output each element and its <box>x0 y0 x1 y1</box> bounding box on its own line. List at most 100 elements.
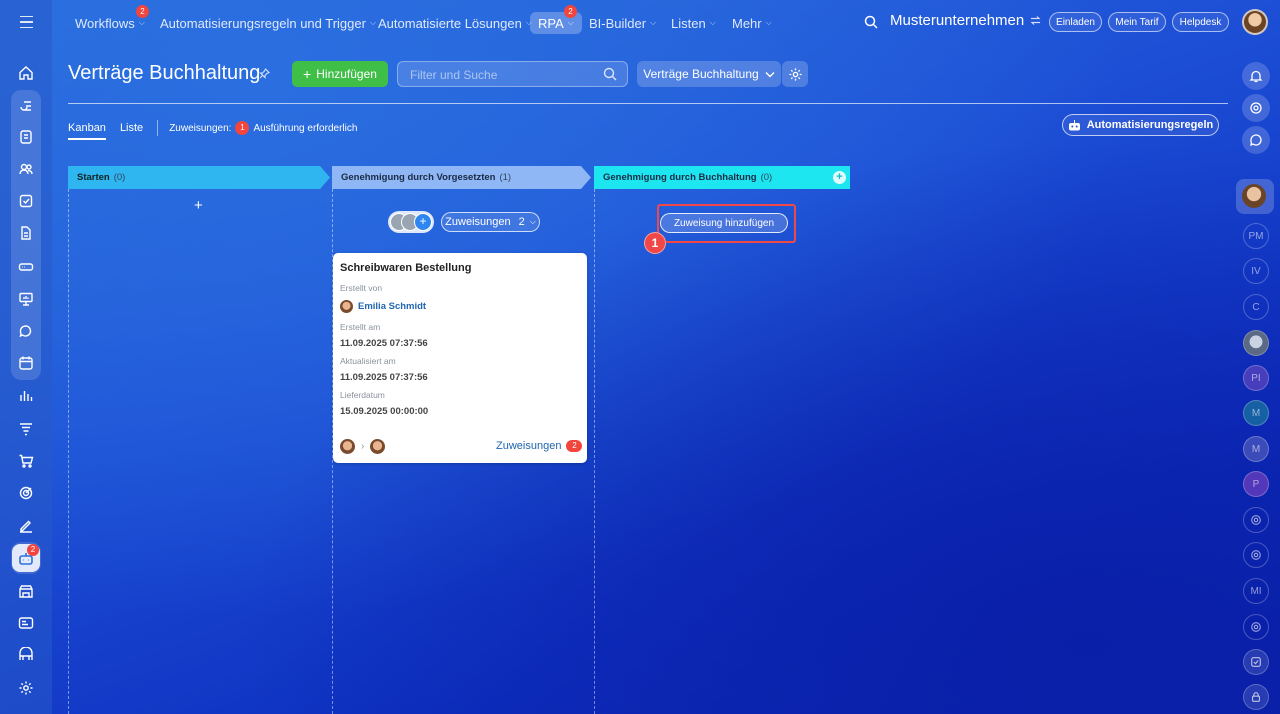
contact-avatar[interactable]: IV <box>1243 258 1269 284</box>
created-by-label: Erstellt von <box>340 283 383 293</box>
sidebar-analytics-icon[interactable] <box>0 380 52 410</box>
contact-avatar[interactable]: P <box>1243 471 1269 497</box>
sidebar-rpa-icon[interactable]: 2 <box>0 543 52 573</box>
nav-more[interactable]: Mehr ⌵ <box>732 12 772 34</box>
contact-avatar-active[interactable] <box>1236 179 1274 214</box>
sidebar-target-icon[interactable] <box>0 478 52 508</box>
sidebar-drive-icon[interactable] <box>0 252 52 282</box>
sidebar-funnel-icon[interactable] <box>0 414 52 444</box>
automation-rules-button[interactable]: Automatisierungsregeln <box>1062 114 1219 136</box>
add-button[interactable]: + Hinzufügen <box>292 61 388 87</box>
contact-avatar-photo[interactable] <box>1243 330 1269 356</box>
rpa-badge: 2 <box>27 544 39 556</box>
nav-bi-builder[interactable]: BI-Builder ⌵ <box>589 12 656 34</box>
nav-workflows-badge: 2 <box>136 5 149 18</box>
avatar[interactable] <box>340 439 355 454</box>
sidebar-calendar-icon[interactable] <box>0 348 52 378</box>
settings-button[interactable] <box>782 61 808 87</box>
contact-avatar[interactable]: M <box>1243 436 1269 462</box>
sidebar-tasks-icon[interactable] <box>0 186 52 216</box>
nav-automation-rules-label: Automatisierungsregeln und Trigger <box>160 15 366 31</box>
sidebar-docs-icon[interactable] <box>0 122 52 152</box>
copilot-chat-icon[interactable] <box>1243 507 1269 533</box>
callout-marker: 1 <box>644 232 666 254</box>
assignments-info[interactable]: Zuweisungen: 1 Ausführung erforderlich <box>169 121 357 135</box>
contact-avatar[interactable]: PM <box>1243 223 1269 249</box>
contact-avatar[interactable]: PI <box>1243 365 1269 391</box>
tab-separator <box>157 120 159 136</box>
nav-rpa[interactable]: RPA ⌵ 2 <box>530 5 582 34</box>
created-by-user[interactable]: Emilia Schmidt <box>340 300 426 313</box>
copilot-icon[interactable] <box>1242 94 1270 122</box>
category-select[interactable]: Verträge Buchhaltung <box>637 61 781 87</box>
chevron-down-icon: ⌵ <box>138 18 145 27</box>
category-select-label: Verträge Buchhaltung <box>643 67 759 81</box>
column-header-start[interactable]: Starten (0) <box>68 166 330 189</box>
sidebar-chat-icon[interactable] <box>0 316 52 346</box>
add-button-label: Hinzufügen <box>316 67 377 81</box>
kanban-card[interactable]: Schreibwaren Bestellung Erstellt von Emi… <box>333 253 587 463</box>
avatar[interactable] <box>370 439 386 454</box>
sidebar-shop-icon[interactable] <box>0 446 52 476</box>
chevron-down-icon: ⌵ <box>369 18 377 27</box>
created-by-name: Emilia Schmidt <box>358 301 427 312</box>
column-assignments-dropdown[interactable]: Zuweisungen 2 ⌵ <box>441 212 540 232</box>
sidebar-sign-icon[interactable] <box>0 510 52 540</box>
contact-avatar[interactable]: M <box>1243 400 1269 426</box>
contact-avatar[interactable]: C <box>1243 294 1269 320</box>
column-header-manager-approval[interactable]: Genehmigung durch Vorgesetzten (1) <box>332 166 591 189</box>
search-field[interactable] <box>397 61 628 87</box>
sidebar-feed-icon[interactable] <box>0 90 52 120</box>
contact-avatar[interactable]: MI <box>1243 578 1269 604</box>
tab-list[interactable]: Liste <box>120 122 143 134</box>
add-assignee-icon[interactable]: + <box>414 213 432 231</box>
helpdesk-button[interactable]: Helpdesk <box>1172 12 1229 32</box>
updated-at-label: Aktualisiert am <box>340 356 396 366</box>
add-item-plus-icon[interactable]: + <box>194 197 203 214</box>
company-name[interactable]: Musterunternehmen <box>890 12 1041 29</box>
sidebar-store-icon[interactable] <box>0 576 52 606</box>
notifications-bell-icon[interactable] <box>1242 62 1270 90</box>
nav-automated-solutions[interactable]: Automatisierte Lösungen ⌵ <box>378 12 532 34</box>
assignee-avatars[interactable]: + <box>388 211 434 233</box>
sidebar-id-card-icon[interactable] <box>0 608 52 638</box>
my-plan-button[interactable]: Mein Tarif <box>1108 12 1166 32</box>
nav-lists[interactable]: Listen ⌵ <box>671 12 716 34</box>
sidebar-home-icon[interactable] <box>0 58 52 88</box>
nav-automation-rules[interactable]: Automatisierungsregeln und Trigger ⌵ <box>160 12 376 34</box>
add-column-icon[interactable]: + <box>833 171 846 184</box>
search-icon[interactable] <box>603 67 617 81</box>
sidebar-settings-icon[interactable] <box>0 673 52 703</box>
copilot-chat-icon[interactable] <box>1243 542 1269 568</box>
nav-more-label: Mehr <box>732 15 762 31</box>
column-title: Genehmigung durch Buchhaltung <box>603 172 757 183</box>
column-count: (0) <box>760 172 773 183</box>
search-input[interactable] <box>410 66 590 83</box>
header-divider <box>68 103 1228 104</box>
chevron-down-icon: ⌵ <box>567 18 574 27</box>
tasks-check-icon[interactable] <box>1243 649 1269 675</box>
column-count: (0) <box>113 172 126 183</box>
plus-icon: + <box>303 66 312 82</box>
global-search-icon[interactable] <box>864 15 878 29</box>
column-header-accounting-approval[interactable]: Genehmigung durch Buchhaltung (0) + <box>594 166 850 189</box>
card-title[interactable]: Schreibwaren Bestellung <box>340 262 471 274</box>
sidebar-document-icon[interactable] <box>0 218 52 248</box>
pin-icon[interactable] <box>259 68 270 79</box>
card-assignments-link[interactable]: Zuweisungen 2 <box>496 440 583 452</box>
sidebar-bridge-icon[interactable] <box>0 640 52 670</box>
sidebar-contacts-icon[interactable] <box>0 154 52 184</box>
copilot-chat-icon[interactable] <box>1243 614 1269 640</box>
hamburger-menu-icon[interactable] <box>14 12 38 32</box>
tab-kanban[interactable]: Kanban <box>68 122 106 140</box>
nav-workflows[interactable]: Workflows ⌵ 2 <box>75 5 149 34</box>
created-at-label: Erstellt am <box>340 322 381 332</box>
view-tabs: Kanban Liste Zuweisungen: 1 Ausführung e… <box>68 118 357 140</box>
column-separator <box>68 189 69 714</box>
invite-button[interactable]: Einladen <box>1049 12 1102 32</box>
add-assignment-button[interactable]: Zuweisung hinzufügen <box>660 213 788 233</box>
sidebar-presentation-icon[interactable] <box>0 284 52 314</box>
chat-search-icon[interactable] <box>1242 126 1270 154</box>
lock-icon[interactable] <box>1243 684 1269 710</box>
nav-bi-builder-label: BI-Builder <box>589 15 647 31</box>
